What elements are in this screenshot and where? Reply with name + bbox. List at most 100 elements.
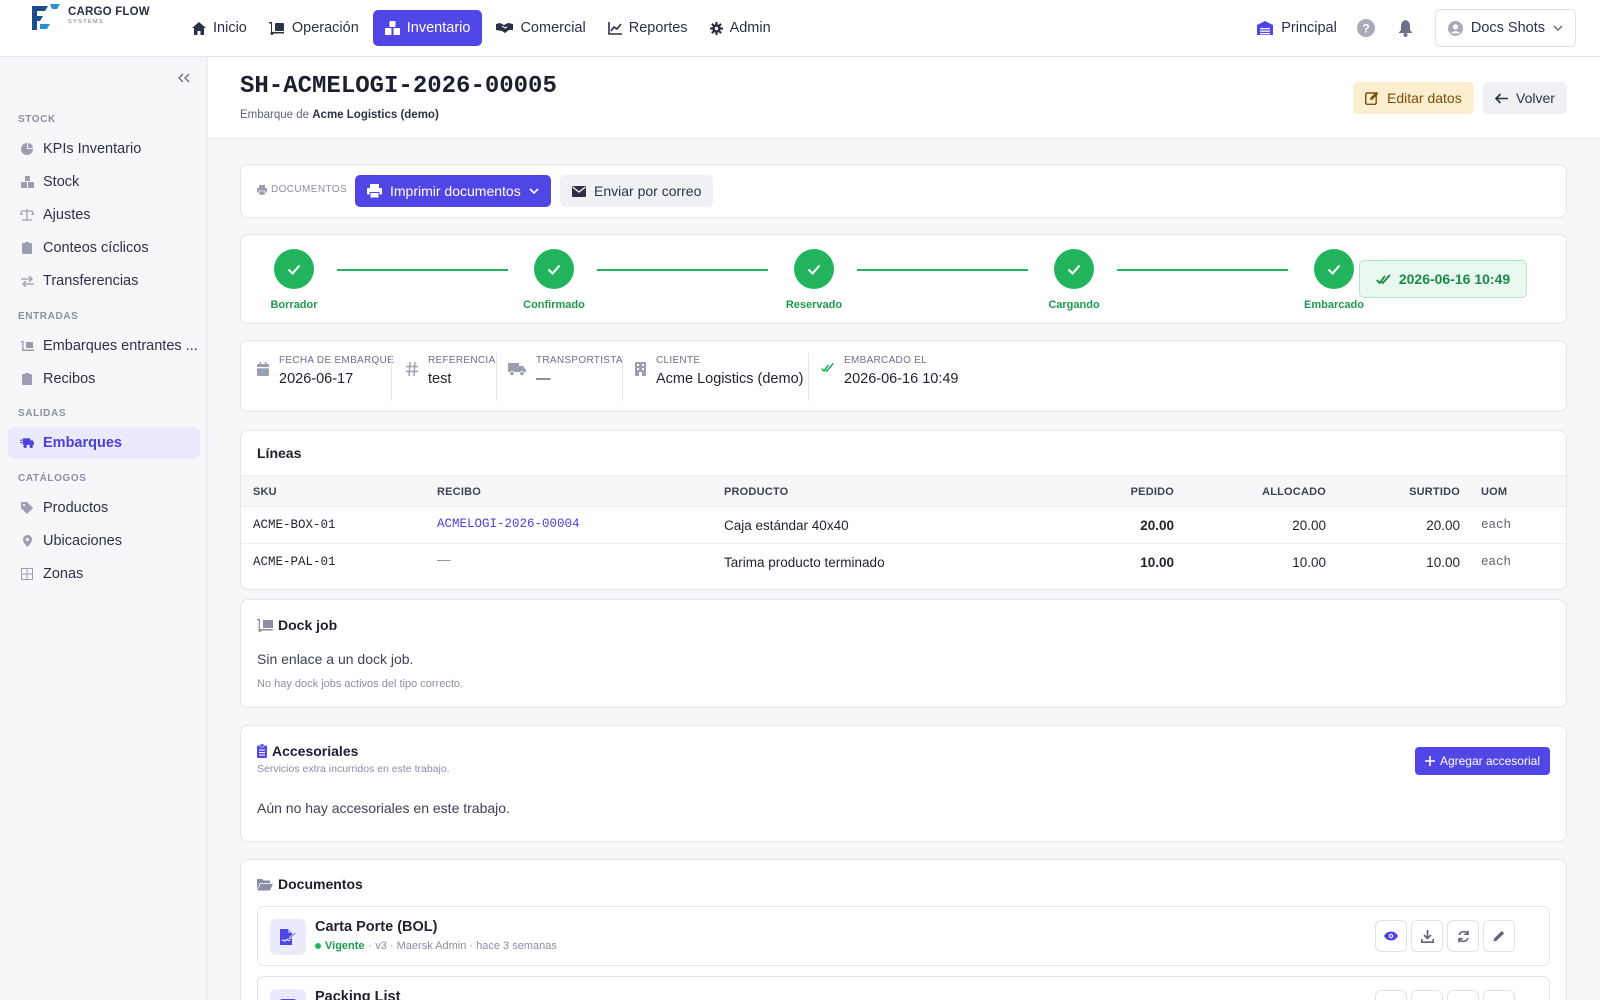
truck-icon xyxy=(508,363,526,376)
check-icon xyxy=(547,264,561,275)
column-header-allocado[interactable]: ALLOCADO xyxy=(1262,486,1326,498)
document-item[interactable]: Packing List xyxy=(257,976,1550,1000)
documents-toolbar: DOCUMENTOS Imprimir documentos Enviar po… xyxy=(240,164,1567,218)
sidebar-item-stock[interactable]: Stock xyxy=(8,166,200,198)
nav-item-comercial[interactable]: Comercial xyxy=(488,10,593,46)
column-header-pedido[interactable]: PEDIDO xyxy=(1131,486,1174,498)
sidebar-item-ajustes[interactable]: Ajustes xyxy=(8,199,200,231)
question-icon: ? xyxy=(1356,19,1375,37)
nav-item-reportes[interactable]: Reportes xyxy=(600,10,696,46)
envelope-icon xyxy=(572,185,586,197)
sidebar-item-recibos[interactable]: Recibos xyxy=(8,363,200,395)
step-label: Confirmado xyxy=(523,299,585,311)
regenerate-document-button[interactable] xyxy=(1447,920,1479,952)
check-icon xyxy=(287,264,301,275)
handshake-icon xyxy=(496,23,514,33)
step-connector xyxy=(857,269,1028,271)
add-accesorial-button[interactable]: Agregar accesorial xyxy=(1414,747,1550,775)
chevron-down-icon xyxy=(529,188,539,194)
divider xyxy=(496,353,497,401)
cell-allocado: 20.00 xyxy=(1292,518,1326,533)
page-header: SH-ACMELOGI-2026-00005 Embarque de Acme … xyxy=(208,57,1600,139)
print-documents-button[interactable]: Imprimir documentos xyxy=(355,175,551,207)
info-referencia: REFERENCIA test xyxy=(406,355,495,387)
info-fecha-embarque: FECHA DE EMBARQUE 2026-06-17 xyxy=(257,355,394,387)
column-header-surtido[interactable]: SURTIDO xyxy=(1409,486,1460,498)
sidebar-item-embarques[interactable]: Embarques xyxy=(8,427,200,459)
edit-data-label: Editar datos xyxy=(1387,90,1462,106)
grid-icon xyxy=(21,568,33,580)
edit-document-button[interactable] xyxy=(1483,920,1515,952)
nav-item-inicio[interactable]: Inicio xyxy=(184,10,255,46)
printer-icon xyxy=(257,184,267,195)
download-document-button[interactable] xyxy=(1411,920,1443,952)
table-row: ACME-BOX-01 ACMELOGI-2026-00004 Caja est… xyxy=(241,507,1566,544)
step-borrador: Borrador xyxy=(249,249,339,311)
add-accesorial-label: Agregar accesorial xyxy=(1439,754,1540,768)
sidebar-item-kpis-inventario[interactable]: KPIs Inventario xyxy=(8,133,200,165)
column-header-uom[interactable]: UOM xyxy=(1481,486,1507,498)
sidebar-item-label: Ajustes xyxy=(43,207,91,223)
notifications-button[interactable] xyxy=(1395,17,1417,39)
view-document-button[interactable] xyxy=(1375,990,1407,1000)
back-button[interactable]: Volver xyxy=(1483,82,1567,114)
nav-item-operacion[interactable]: Operación xyxy=(261,10,367,46)
column-header-recibo[interactable]: RECIBO xyxy=(437,486,481,498)
lines-table-card: Líneas SKU RECIBO PRODUCTO PEDIDO ALLOCA… xyxy=(240,430,1567,590)
step-label: Reservado xyxy=(785,299,843,311)
download-document-button[interactable] xyxy=(1411,990,1443,1000)
sidebar-section-entradas: ENTRADAS xyxy=(18,311,79,322)
edit-document-button[interactable] xyxy=(1483,990,1515,1000)
page-subtitle: Embarque de Acme Logistics (demo) xyxy=(240,109,439,121)
send-email-button[interactable]: Enviar por correo xyxy=(560,175,714,207)
nav-item-admin[interactable]: Admin xyxy=(702,10,779,46)
sidebar-item-ubicaciones[interactable]: Ubicaciones xyxy=(8,525,200,557)
cell-pedido: 20.00 xyxy=(1140,518,1174,533)
download-icon xyxy=(1420,929,1434,943)
sidebar-item-conteos-ciclicos[interactable]: Conteos cíclicos xyxy=(8,232,200,264)
tags-icon xyxy=(21,502,33,514)
hash-icon xyxy=(406,362,418,376)
warehouse-icon xyxy=(1257,21,1274,35)
dolly-icon xyxy=(20,341,34,351)
collapse-sidebar-button[interactable] xyxy=(178,73,190,83)
step-connector xyxy=(597,269,768,271)
clipboard-icon xyxy=(22,373,32,385)
sidebar-item-zonas[interactable]: Zonas xyxy=(8,558,200,590)
warehouse-name: Principal xyxy=(1281,20,1337,36)
nav-label: Operación xyxy=(291,20,359,36)
sidebar-item-embarques-entrantes[interactable]: Embarques entrantes ... xyxy=(8,330,200,362)
warehouse-selector[interactable]: Principal xyxy=(1257,20,1337,36)
regenerate-document-button[interactable] xyxy=(1447,990,1479,1000)
step-cargando: Cargando xyxy=(1029,249,1119,311)
lines-title: Líneas xyxy=(257,445,302,461)
info-value: 2026-06-17 xyxy=(279,371,354,387)
pie-chart-icon xyxy=(21,143,33,155)
help-button[interactable]: ? xyxy=(1355,17,1377,39)
app-logo[interactable]: CARGO FLOW SYSTEMS xyxy=(28,2,150,34)
user-menu[interactable]: Docs Shots xyxy=(1434,9,1576,47)
info-label: FECHA DE EMBARQUE xyxy=(279,355,395,366)
document-item[interactable]: Carta Porte (BOL) Vigente · v3 · Maersk … xyxy=(257,906,1550,966)
check-icon xyxy=(1327,264,1341,275)
nav-item-inventario[interactable]: Inventario xyxy=(372,10,483,46)
cell-producto: Caja estándar 40x40 xyxy=(724,518,849,533)
cell-recibo: — xyxy=(437,552,451,567)
receipt-link[interactable]: ACMELOGI-2026-00004 xyxy=(437,517,580,531)
sidebar-section-catalogos: CATÁLOGOS xyxy=(18,473,87,484)
brand-name: CARGO FLOW xyxy=(68,6,150,18)
client-name: Acme Logistics (demo) xyxy=(312,109,439,121)
column-header-producto[interactable]: PRODUCTO xyxy=(724,486,788,498)
sidebar-item-transferencias[interactable]: Transferencias xyxy=(8,265,200,297)
sidebar-item-productos[interactable]: Productos xyxy=(8,492,200,524)
edit-data-button[interactable]: Editar datos xyxy=(1353,82,1474,114)
view-document-button[interactable] xyxy=(1375,920,1407,952)
dock-job-card: Dock job Sin enlace a un dock job. No ha… xyxy=(240,599,1567,708)
cell-surtido: 10.00 xyxy=(1426,555,1460,570)
column-header-sku[interactable]: SKU xyxy=(253,486,277,498)
status-dot xyxy=(315,943,321,949)
pencil-icon xyxy=(1493,930,1505,942)
top-bar: CARGO FLOW SYSTEMS Inicio Operación Inve… xyxy=(0,0,1600,57)
step-connector xyxy=(1117,269,1288,271)
arrows-exchange-icon xyxy=(20,275,34,287)
